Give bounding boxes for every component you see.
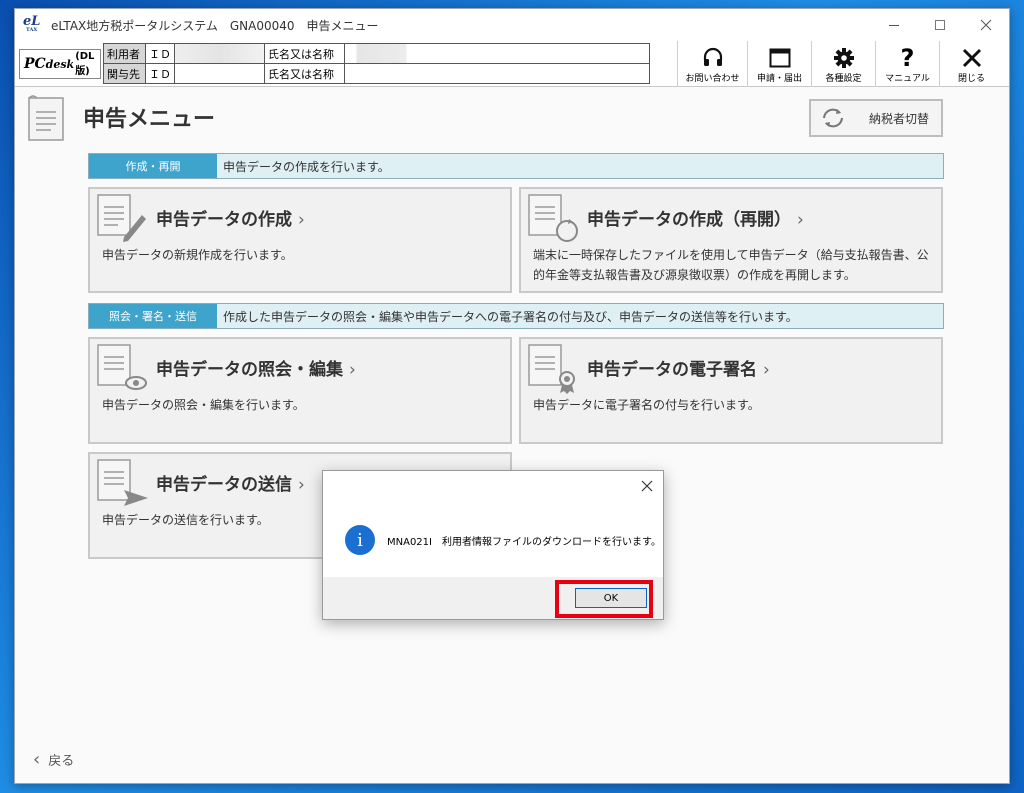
chevron-right-icon: › (298, 475, 305, 495)
pcdesk-logo: PC desk (DL版) (19, 49, 101, 79)
card-title: 申告データの電子署名 › (587, 360, 770, 380)
user-label: 利用者 (103, 43, 146, 64)
section-text: 作成した申告データの照会・編集や申告データへの電子署名の付与及び、申告データの送… (223, 309, 798, 324)
user-id-value (174, 43, 265, 64)
document-refresh-icon (525, 191, 581, 245)
chevron-left-icon: ‹ (33, 749, 41, 770)
gear-icon (833, 45, 855, 71)
card-title: 申告データの送信 › (156, 475, 305, 495)
eltax-logo-icon: eL TAX (23, 14, 41, 33)
section-create: 作成・再開 申告データの作成を行います。 (88, 153, 944, 179)
document-send-icon (94, 456, 150, 510)
chevron-right-icon: › (298, 210, 305, 230)
title-bar: eL TAX eLTAX地方税ポータルシステム GNA00040 申告メニュー (15, 9, 1009, 41)
settings-button[interactable]: 各種設定 (811, 41, 875, 87)
message-dialog: i MNA021I 利用者情報ファイルのダウンロードを行います。 OK (322, 470, 664, 620)
client-label: 関与先 (103, 63, 146, 84)
switch-taxpayer-label: 納税者切替 (869, 111, 930, 126)
close-x-icon (641, 480, 653, 492)
client-id-label: ＩＤ (145, 63, 175, 84)
ok-highlight-box: OK (555, 580, 653, 618)
card-view-edit[interactable]: 申告データの照会・編集 › 申告データの照会・編集を行います。 (88, 337, 512, 444)
card-description: 申告データの新規作成を行います。 (102, 248, 293, 262)
card-e-signature[interactable]: 申告データの電子署名 › 申告データに電子署名の付与を行います。 (519, 337, 943, 444)
card-title: 申告データの作成（再開） › (587, 210, 804, 230)
back-label: 戻る (48, 754, 75, 769)
user-name-label: 氏名又は名称 (264, 43, 345, 64)
close-icon (962, 45, 982, 71)
chevron-right-icon: › (763, 360, 770, 380)
window-close-button[interactable] (963, 9, 1009, 41)
card-description: 申告データに電子署名の付与を行います。 (533, 398, 760, 412)
document-pencil-icon (94, 191, 150, 245)
document-view-icon (94, 341, 150, 395)
dialog-close-button[interactable] (641, 477, 653, 496)
chevron-right-icon: › (797, 210, 804, 230)
user-info-table: 利用者 ＩＤ 氏名又は名称 関与先 ＩＤ 氏名又は名称 (103, 43, 650, 84)
window-title: eLTAX地方税ポータルシステム GNA00040 申告メニュー (51, 18, 379, 33)
toolbar: お問い合わせ 申請・届出 各種設定 ? マニュアル 閉じる (677, 41, 1003, 87)
dialog-footer: OK (323, 577, 663, 619)
close-x-icon (980, 19, 992, 31)
document-seal-icon (525, 341, 581, 395)
minimize-button[interactable] (871, 9, 917, 41)
contact-button[interactable]: お問い合わせ (677, 41, 747, 87)
user-id-label: ＩＤ (145, 43, 175, 64)
question-icon: ? (900, 44, 915, 72)
chevron-right-icon: › (349, 360, 356, 380)
section-tag: 作成・再開 (89, 154, 217, 178)
page-title: 申告メニュー (83, 107, 216, 132)
card-title: 申告データの照会・編集 › (156, 360, 356, 380)
ok-button[interactable]: OK (575, 588, 647, 608)
minimize-icon (889, 24, 899, 26)
section-tag: 照会・署名・送信 (89, 304, 217, 328)
app-window: eL TAX eLTAX地方税ポータルシステム GNA00040 申告メニュー P… (14, 8, 1010, 784)
manual-button[interactable]: ? マニュアル (875, 41, 939, 87)
info-icon: i (345, 525, 375, 555)
window-controls (871, 9, 1009, 41)
document-icon (27, 94, 67, 142)
client-name-value (344, 63, 650, 84)
back-button[interactable]: ‹ 戻る (33, 749, 74, 770)
close-app-button[interactable]: 閉じる (939, 41, 1003, 87)
user-name-value (344, 43, 650, 64)
card-description: 端末に一時保存したファイルを使用して申告データ（給与支払報告書、公的年金等支払報… (533, 248, 929, 282)
card-resume[interactable]: 申告データの作成（再開） › 端末に一時保存したファイルを使用して申告データ（給与… (519, 187, 943, 293)
refresh-icon (811, 106, 855, 130)
section-text: 申告データの作成を行います。 (223, 159, 390, 174)
client-name-label: 氏名又は名称 (264, 63, 345, 84)
client-row: 関与先 ＩＤ 氏名又は名称 (103, 63, 650, 84)
card-create[interactable]: 申告データの作成 › 申告データの新規作成を行います。 (88, 187, 512, 293)
maximize-icon (935, 20, 945, 30)
switch-taxpayer-button[interactable]: 納税者切替 (809, 99, 943, 137)
user-row: 利用者 ＩＤ 氏名又は名称 (103, 43, 650, 64)
card-description: 申告データの照会・編集を行います。 (102, 398, 305, 412)
section-review-sign-send: 照会・署名・送信 作成した申告データの照会・編集や申告データへの電子署名の付与及… (88, 303, 944, 329)
maximize-button[interactable] (917, 9, 963, 41)
dialog-message: MNA021I 利用者情報ファイルのダウンロードを行います。 (387, 537, 661, 548)
app-header: PC desk (DL版) 利用者 ＩＤ 氏名又は名称 関与先 ＩＤ 氏名又は名称 (15, 41, 1009, 87)
card-title: 申告データの作成 › (156, 210, 305, 230)
client-id-value (174, 63, 265, 84)
headset-icon (702, 45, 724, 71)
application-button[interactable]: 申請・届出 (747, 41, 811, 87)
window-icon (769, 45, 791, 71)
